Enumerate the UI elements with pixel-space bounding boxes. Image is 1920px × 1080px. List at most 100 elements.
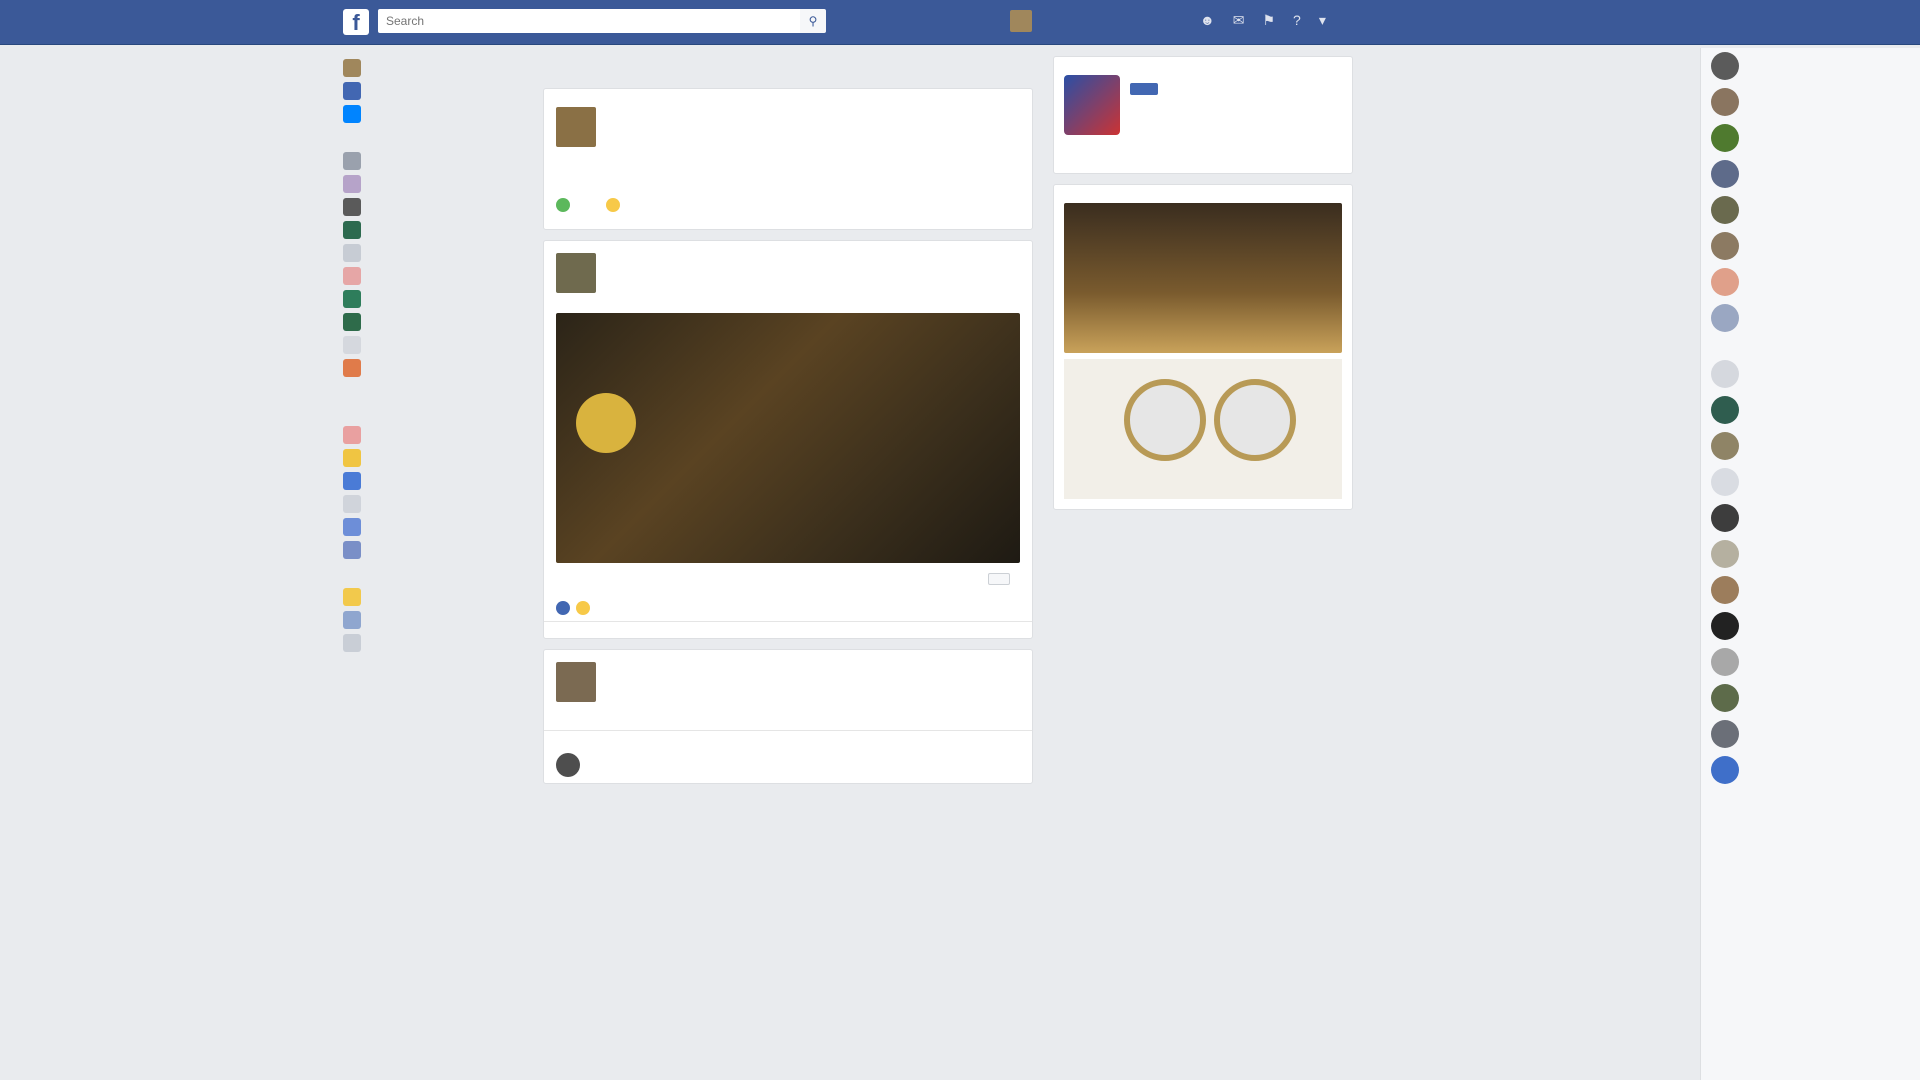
- photo-icon: [556, 197, 570, 212]
- sidebar-create-item[interactable]: [343, 631, 523, 654]
- friend-lists-icon: [343, 494, 361, 513]
- sidebar-shortcut[interactable]: [343, 172, 523, 195]
- chat-contact[interactable]: [1701, 156, 1920, 192]
- avatar: [1711, 432, 1739, 460]
- chat-contact[interactable]: [1701, 536, 1920, 572]
- shortcut-icon: [343, 197, 361, 216]
- feeling-icon: [606, 197, 620, 212]
- chat-contact[interactable]: [1701, 356, 1920, 392]
- search-input[interactable]: [378, 9, 824, 33]
- shortcut-icon: [343, 289, 361, 308]
- sidebar-shortcut[interactable]: [343, 195, 523, 218]
- avatar: [1711, 540, 1739, 568]
- page-promote-button[interactable]: [1130, 83, 1158, 95]
- avatar[interactable]: [556, 662, 596, 702]
- account-menu-icon[interactable]: ▾: [1319, 12, 1326, 29]
- avatar: [1711, 756, 1739, 784]
- chat-contact[interactable]: [1701, 192, 1920, 228]
- ad-image[interactable]: [1064, 203, 1342, 353]
- avatar: [1711, 684, 1739, 712]
- comment-row[interactable]: [544, 747, 1032, 783]
- link-action-button[interactable]: [988, 573, 1010, 585]
- sidebar-shortcut[interactable]: [343, 310, 523, 333]
- notifications-icon[interactable]: ⚑: [1262, 12, 1275, 29]
- chat-contact[interactable]: [1701, 84, 1920, 120]
- explore-heading: [343, 399, 523, 423]
- coin-graphic: [576, 393, 636, 453]
- news-feed-icon: [343, 81, 361, 100]
- sidebar-explore-item[interactable]: [343, 446, 523, 469]
- sidebar-shortcut[interactable]: [343, 241, 523, 264]
- sidebar-shortcut[interactable]: [343, 149, 523, 172]
- chat-contact[interactable]: [1701, 644, 1920, 680]
- post-composer[interactable]: [543, 88, 1033, 230]
- chat-contact[interactable]: [1701, 428, 1920, 464]
- avatar: [1711, 720, 1739, 748]
- sidebar-item-messenger[interactable]: [343, 102, 523, 125]
- avatar: [1711, 52, 1739, 80]
- avatar: [1711, 268, 1739, 296]
- chat-contact[interactable]: [1701, 716, 1920, 752]
- shortcut-icon: [343, 335, 361, 354]
- right-column: [1053, 56, 1353, 520]
- sidebar-shortcut[interactable]: [343, 264, 523, 287]
- create-ad-icon: [343, 610, 361, 629]
- sidebar-shortcut[interactable]: [343, 356, 523, 379]
- sidebar-explore-item[interactable]: [343, 469, 523, 492]
- sidebar-item-news-feed[interactable]: [343, 79, 523, 102]
- composer-actions: [556, 197, 656, 212]
- photo-video-button[interactable]: [556, 197, 576, 212]
- sidebar-explore-item[interactable]: [343, 515, 523, 538]
- games-icon: [343, 540, 361, 559]
- sidebar-explore-item[interactable]: [343, 492, 523, 515]
- messenger-icon: [343, 104, 361, 123]
- sidebar-shortcut[interactable]: [343, 287, 523, 310]
- chat-contact[interactable]: [1701, 464, 1920, 500]
- chat-contact[interactable]: [1701, 752, 1920, 788]
- sidebar-shortcut[interactable]: [343, 218, 523, 241]
- sidebar-shortcut[interactable]: [343, 333, 523, 356]
- help-icon[interactable]: ?: [1293, 12, 1301, 29]
- avatar[interactable]: [556, 253, 596, 293]
- chat-contact[interactable]: [1701, 680, 1920, 716]
- chat-contact[interactable]: [1701, 120, 1920, 156]
- sidebar-create-item[interactable]: [343, 585, 523, 608]
- your-pages-panel: [1053, 56, 1353, 174]
- facebook-logo[interactable]: f: [343, 9, 369, 35]
- chat-contact[interactable]: [1701, 48, 1920, 84]
- sidebar-create-item[interactable]: [343, 608, 523, 631]
- search-icon[interactable]: ⚲: [800, 9, 826, 33]
- page-logo[interactable]: [1064, 75, 1120, 135]
- avatar: [1711, 232, 1739, 260]
- haha-reaction-icon: [576, 601, 590, 615]
- chat-contact[interactable]: [1701, 572, 1920, 608]
- link-preview[interactable]: [544, 563, 1032, 595]
- ad-image-glasses[interactable]: [1064, 359, 1342, 499]
- chat-contact[interactable]: [1701, 608, 1920, 644]
- feed-post: [543, 240, 1033, 639]
- post-text: [544, 293, 1032, 313]
- left-sidebar: [343, 56, 523, 654]
- groups-icon: [343, 471, 361, 490]
- avatar: [1711, 396, 1739, 424]
- post-actions: [544, 621, 1032, 638]
- sidebar-profile[interactable]: [343, 56, 523, 79]
- post-image[interactable]: [556, 313, 1020, 563]
- sidebar-explore-item[interactable]: [343, 423, 523, 446]
- feeling-button[interactable]: [606, 197, 626, 212]
- avatar: [1711, 196, 1739, 224]
- reactions-bar[interactable]: [544, 595, 1032, 621]
- messages-icon[interactable]: ✉: [1233, 12, 1245, 29]
- see-more-link[interactable]: [343, 379, 523, 399]
- chat-contact[interactable]: [1701, 392, 1920, 428]
- friend-requests-icon[interactable]: ☻: [1200, 12, 1215, 29]
- post-header: [544, 241, 1032, 293]
- lens-graphic: [1124, 379, 1206, 461]
- chat-contact[interactable]: [1701, 264, 1920, 300]
- chat-contact[interactable]: [1701, 500, 1920, 536]
- sidebar-explore-item[interactable]: [343, 538, 523, 561]
- chat-contact[interactable]: [1701, 300, 1920, 336]
- chat-contact[interactable]: [1701, 228, 1920, 264]
- shortcut-icon: [343, 312, 361, 331]
- profile-link[interactable]: [1010, 10, 1092, 32]
